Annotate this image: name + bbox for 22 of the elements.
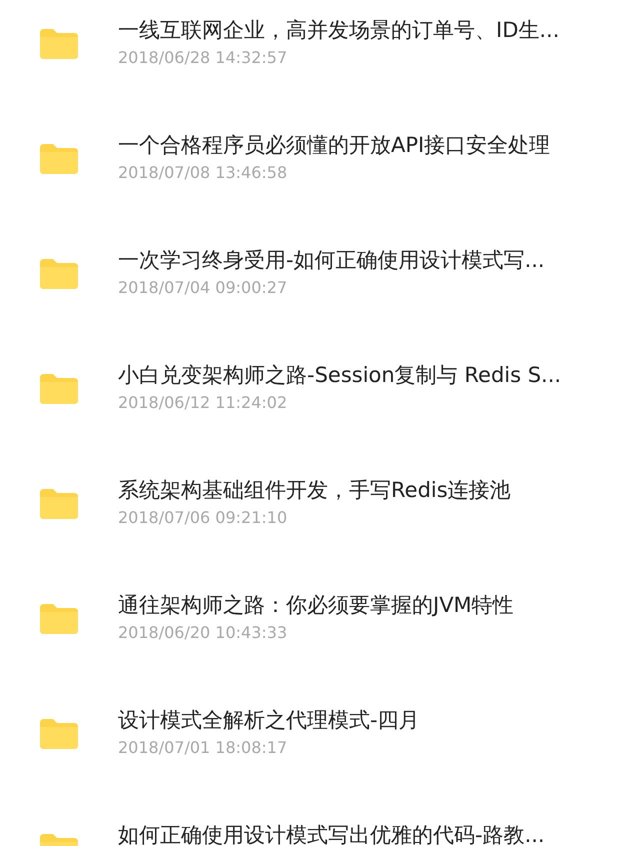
folder-icon [40, 719, 78, 749]
file-title[interactable]: 设计模式全解析之代理模式-四月 [118, 706, 420, 734]
folder-icon [40, 489, 78, 519]
file-date: 2018/07/08 13:46:58 [118, 162, 288, 184]
file-title[interactable]: 一个合格程序员必须懂的开放API接口安全处理 [118, 131, 550, 159]
file-title[interactable]: 如何正确使用设计模式写出优雅的代码-路教... [118, 821, 545, 846]
folder-icon [40, 604, 78, 634]
file-date: 2018/07/04 09:00:27 [118, 277, 288, 299]
folder-icon [40, 374, 78, 404]
file-title[interactable]: 一线互联网企业，高并发场景的订单号、ID生... [118, 16, 560, 44]
folder-icon [40, 259, 78, 289]
file-date: 2018/06/20 10:43:33 [118, 622, 288, 644]
file-date: 2018/07/01 18:08:17 [118, 737, 288, 759]
file-date: 2018/07/06 09:21:10 [118, 507, 288, 529]
file-title[interactable]: 系统架构基础组件开发，手写Redis连接池 [118, 476, 511, 504]
file-title[interactable]: 小白兑变架构师之路-Session复制与 Redis S... [118, 361, 562, 389]
folder-icon [40, 144, 78, 174]
file-title[interactable]: 一次学习终身受用-如何正确使用设计模式写... [118, 246, 545, 274]
file-date: 2018/06/28 14:32:57 [118, 47, 288, 69]
file-title[interactable]: 通往架构师之路：你必须要掌握的JVM特性 [118, 591, 514, 619]
file-date: 2018/06/12 11:24:02 [118, 392, 288, 414]
folder-icon [40, 29, 78, 59]
